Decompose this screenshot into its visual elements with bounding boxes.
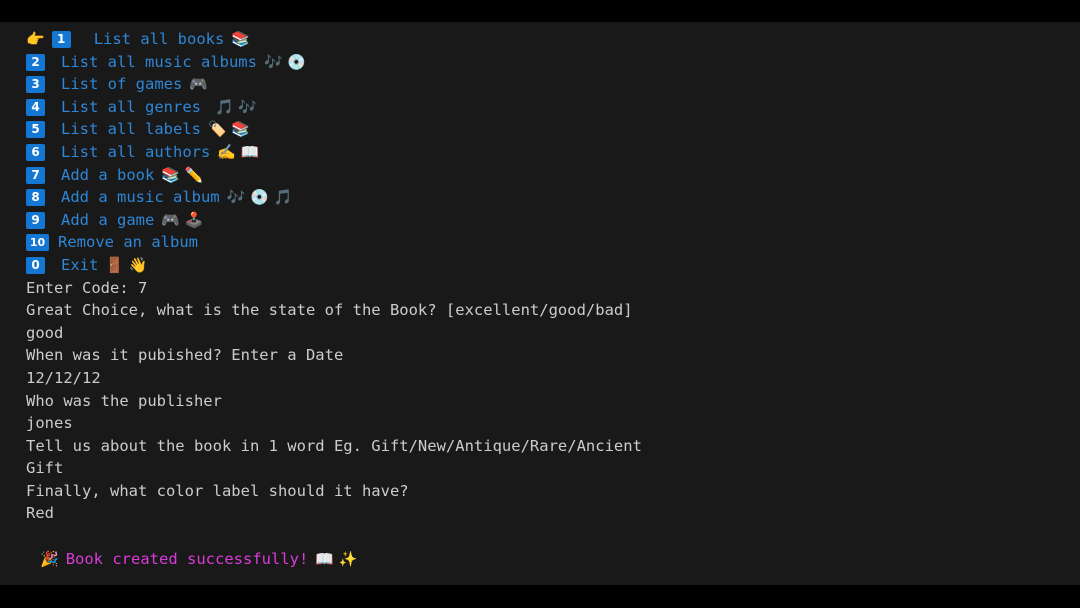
music-album-add-icon: 🎶 💿 🎵 (226, 188, 293, 207)
transcript-line-state-answer: good (26, 323, 64, 342)
menu-item-10[interactable]: 10 Remove an album (0, 231, 1080, 254)
menu-item-label: List all books (93, 30, 225, 48)
menu-item-6[interactable]: 6 List all authors ✍️ 📖 (0, 141, 1080, 164)
menu-item-2[interactable]: 2 List all music albums 🎶 💿 (0, 51, 1080, 74)
transcript-line-enter-code: Enter Code: 7 (26, 278, 148, 297)
music-album-icon: 🎶 💿 (263, 52, 307, 71)
menu-item-4[interactable]: 4 List all genres 🎵 🎶 (0, 96, 1080, 119)
transcript-line-publisher-prompt: Who was the publisher (26, 391, 222, 410)
success-message-text: Book created successfully! (65, 549, 309, 568)
menu-item-3[interactable]: 3 List of games 🎮 (0, 73, 1080, 96)
letterbox-bottom (0, 585, 1080, 608)
menu-code-badge: 3 (26, 76, 45, 94)
transcript-line-date-prompt: When was it pubished? Enter a Date (26, 346, 344, 365)
music-note-icon: 🎵 🎶 (214, 97, 258, 116)
success-message: 🎉 Book created successfully! 📖 ✨ (0, 548, 1080, 571)
menu-item-9[interactable]: 9 Add a game 🎮 🕹️ (0, 209, 1080, 232)
menu-code-badge: 0 (26, 256, 45, 274)
menu-item-0[interactable]: 0 Exit 🚪 👋 (0, 254, 1080, 277)
menu-item-label: List all music albums (61, 52, 257, 71)
menu-code-badge: 10 (26, 234, 49, 252)
book-pencil-icon: 📚 ✏️ (161, 165, 204, 184)
pointer-right-icon: 👉 (26, 30, 45, 48)
menu-item-8[interactable]: 8 Add a music album 🎶 💿 🎵 (0, 186, 1080, 209)
menu-item-label: List all labels (61, 120, 201, 139)
books-icon: 📚 (231, 30, 251, 48)
menu-item-label: Exit (61, 255, 99, 274)
game-controller-icon: 🎮 (189, 75, 209, 94)
transcript-line-publisher-answer: jones (26, 414, 73, 433)
transcript-line-word-prompt: Tell us about the book in 1 word Eg. Gif… (26, 436, 642, 455)
transcript-line-state-prompt: Great Choice, what is the state of the B… (26, 301, 633, 320)
door-wave-icon: 🚪 👋 (105, 255, 148, 274)
transcript-line-date-answer: 12/12/12 (26, 368, 101, 387)
menu-item-label: Add a music album (61, 188, 220, 207)
menu-code-badge: 8 (26, 189, 45, 207)
transcript-line-word-answer: Gift (26, 459, 64, 478)
party-popper-icon: 🎉 (40, 549, 59, 568)
label-tag-icon: 🏷️ 📚 (207, 120, 251, 139)
menu-item-label: Add a game (61, 210, 155, 229)
menu-code-badge: 1 (51, 31, 71, 48)
terminal-window[interactable]: 👉 1 List all books 📚 2 List all music albums… (0, 22, 1080, 585)
menu-list: 👉 1 List all books 📚 2 List all music albums… (0, 28, 1080, 277)
menu-item-label: Remove an album (58, 233, 198, 252)
transcript-line-color-answer: Red (26, 504, 54, 523)
menu-item-label: List all authors (61, 142, 211, 161)
menu-code-badge: 2 (26, 53, 45, 71)
menu-code-badge: 7 (26, 166, 45, 184)
menu-item-label: List all genres (61, 97, 201, 116)
menu-code-badge: 9 (26, 211, 45, 229)
open-book-sparkles-icon: 📖 ✨ (315, 549, 358, 568)
menu-code-badge: 5 (26, 121, 45, 139)
menu-code-badge: 4 (26, 98, 45, 116)
menu-code-badge: 6 (26, 143, 45, 161)
menu-item-label: Add a book (61, 165, 155, 184)
session-transcript: Enter Code: 7 Great Choice, what is the … (0, 277, 1080, 526)
writing-hand-icon: ✍️ 📖 (217, 142, 260, 161)
joystick-icon: 🎮 🕹️ (161, 210, 204, 229)
transcript-line-color-prompt: Finally, what color label should it have… (26, 481, 409, 500)
menu-item-7[interactable]: 7 Add a book 📚 ✏️ (0, 164, 1080, 187)
letterbox-top (0, 0, 1080, 22)
menu-item-5[interactable]: 5 List all labels 🏷️ 📚 (0, 118, 1080, 141)
menu-item-1[interactable]: 👉 1 List all books 📚 (0, 28, 1080, 51)
screen: 👉 1 List all books 📚 2 List all music albums… (0, 0, 1080, 608)
menu-item-label: List of games (61, 75, 183, 94)
